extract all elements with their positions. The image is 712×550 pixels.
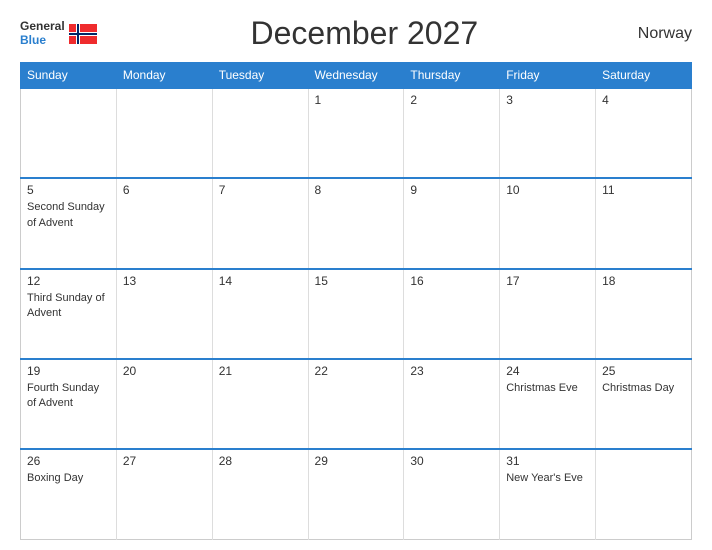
country-label: Norway [632,25,692,43]
calendar-cell: 28 [212,449,308,539]
calendar-cell: 25 Christmas Day [596,359,692,449]
logo-flag-icon [69,24,97,44]
calendar-week-row: 26 Boxing Day 27 28 29 30 31 New Year's Eve [21,449,692,539]
event-label: Christmas Day [602,382,674,394]
calendar-cell: 30 [404,449,500,539]
calendar-cell: 4 [596,88,692,178]
calendar-cell: 24 Christmas Eve [500,359,596,449]
calendar-week-row: 1234 [21,88,692,178]
calendar-cell: 7 [212,178,308,268]
col-friday: Friday [500,63,596,89]
day-number: 29 [315,454,398,468]
day-number: 22 [315,364,398,378]
col-saturday: Saturday [596,63,692,89]
col-wednesday: Wednesday [308,63,404,89]
calendar-week-row: 19 Fourth Sunday of Advent 20 21 22 23 24 Chris… [21,359,692,449]
calendar-cell: 16 [404,269,500,359]
day-number: 11 [602,183,685,197]
calendar-cell [116,88,212,178]
calendar-header-row: Sunday Monday Tuesday Wednesday Thursday… [21,63,692,89]
calendar-cell: 17 [500,269,596,359]
day-number: 12 [27,274,110,288]
day-number: 5 [27,183,110,197]
day-number: 24 [506,364,589,378]
event-label: Third Sunday of Advent [27,292,105,319]
day-number: 9 [410,183,493,197]
calendar-cell: 12 Third Sunday of Advent [21,269,117,359]
calendar-cell: 18 [596,269,692,359]
calendar-cell [212,88,308,178]
calendar-cell: 31 New Year's Eve [500,449,596,539]
page-title: December 2027 [97,15,632,52]
header: General Blue December 2027 Norway [20,15,692,52]
col-monday: Monday [116,63,212,89]
calendar-cell: 21 [212,359,308,449]
calendar-cell [596,449,692,539]
col-sunday: Sunday [21,63,117,89]
calendar-cell: 13 [116,269,212,359]
calendar-cell: 14 [212,269,308,359]
logo-blue-text: Blue [20,34,65,47]
calendar-cell: 11 [596,178,692,268]
calendar-cell: 20 [116,359,212,449]
calendar-cell [21,88,117,178]
day-number: 4 [602,93,685,107]
day-number: 28 [219,454,302,468]
day-number: 8 [315,183,398,197]
calendar-cell: 6 [116,178,212,268]
day-number: 16 [410,274,493,288]
event-label: Christmas Eve [506,382,578,394]
calendar-cell: 2 [404,88,500,178]
day-number: 20 [123,364,206,378]
calendar-cell: 5 Second Sunday of Advent [21,178,117,268]
event-label: New Year's Eve [506,472,583,484]
day-number: 17 [506,274,589,288]
calendar-cell: 1 [308,88,404,178]
calendar-week-row: 5 Second Sunday of Advent 6789 10 11 [21,178,692,268]
logo-general-text: General [20,20,65,33]
day-number: 25 [602,364,685,378]
calendar-cell: 22 [308,359,404,449]
day-number: 31 [506,454,589,468]
day-number: 3 [506,93,589,107]
day-number: 27 [123,454,206,468]
page: General Blue December 2027 Norway Sunday… [0,0,712,550]
logo-text: General Blue [20,20,65,46]
event-label: Boxing Day [27,472,83,484]
calendar-table: Sunday Monday Tuesday Wednesday Thursday… [20,62,692,540]
day-number: 26 [27,454,110,468]
calendar-cell: 9 [404,178,500,268]
col-thursday: Thursday [404,63,500,89]
logo: General Blue [20,20,97,46]
calendar-cell: 15 [308,269,404,359]
calendar-cell: 3 [500,88,596,178]
day-number: 21 [219,364,302,378]
day-number: 14 [219,274,302,288]
event-label: Fourth Sunday of Advent [27,382,99,409]
day-number: 30 [410,454,493,468]
day-number: 15 [315,274,398,288]
calendar-cell: 27 [116,449,212,539]
day-number: 18 [602,274,685,288]
day-number: 23 [410,364,493,378]
calendar-cell: 19 Fourth Sunday of Advent [21,359,117,449]
calendar-cell: 23 [404,359,500,449]
col-tuesday: Tuesday [212,63,308,89]
event-label: Second Sunday of Advent [27,201,105,228]
day-number: 7 [219,183,302,197]
calendar-cell: 10 [500,178,596,268]
calendar-week-row: 12 Third Sunday of Advent 13 14 15 16 17 18 [21,269,692,359]
day-number: 13 [123,274,206,288]
day-number: 2 [410,93,493,107]
day-number: 6 [123,183,206,197]
day-number: 10 [506,183,589,197]
calendar-cell: 29 [308,449,404,539]
calendar-cell: 26 Boxing Day [21,449,117,539]
day-number: 19 [27,364,110,378]
day-number: 1 [315,93,398,107]
calendar-cell: 8 [308,178,404,268]
